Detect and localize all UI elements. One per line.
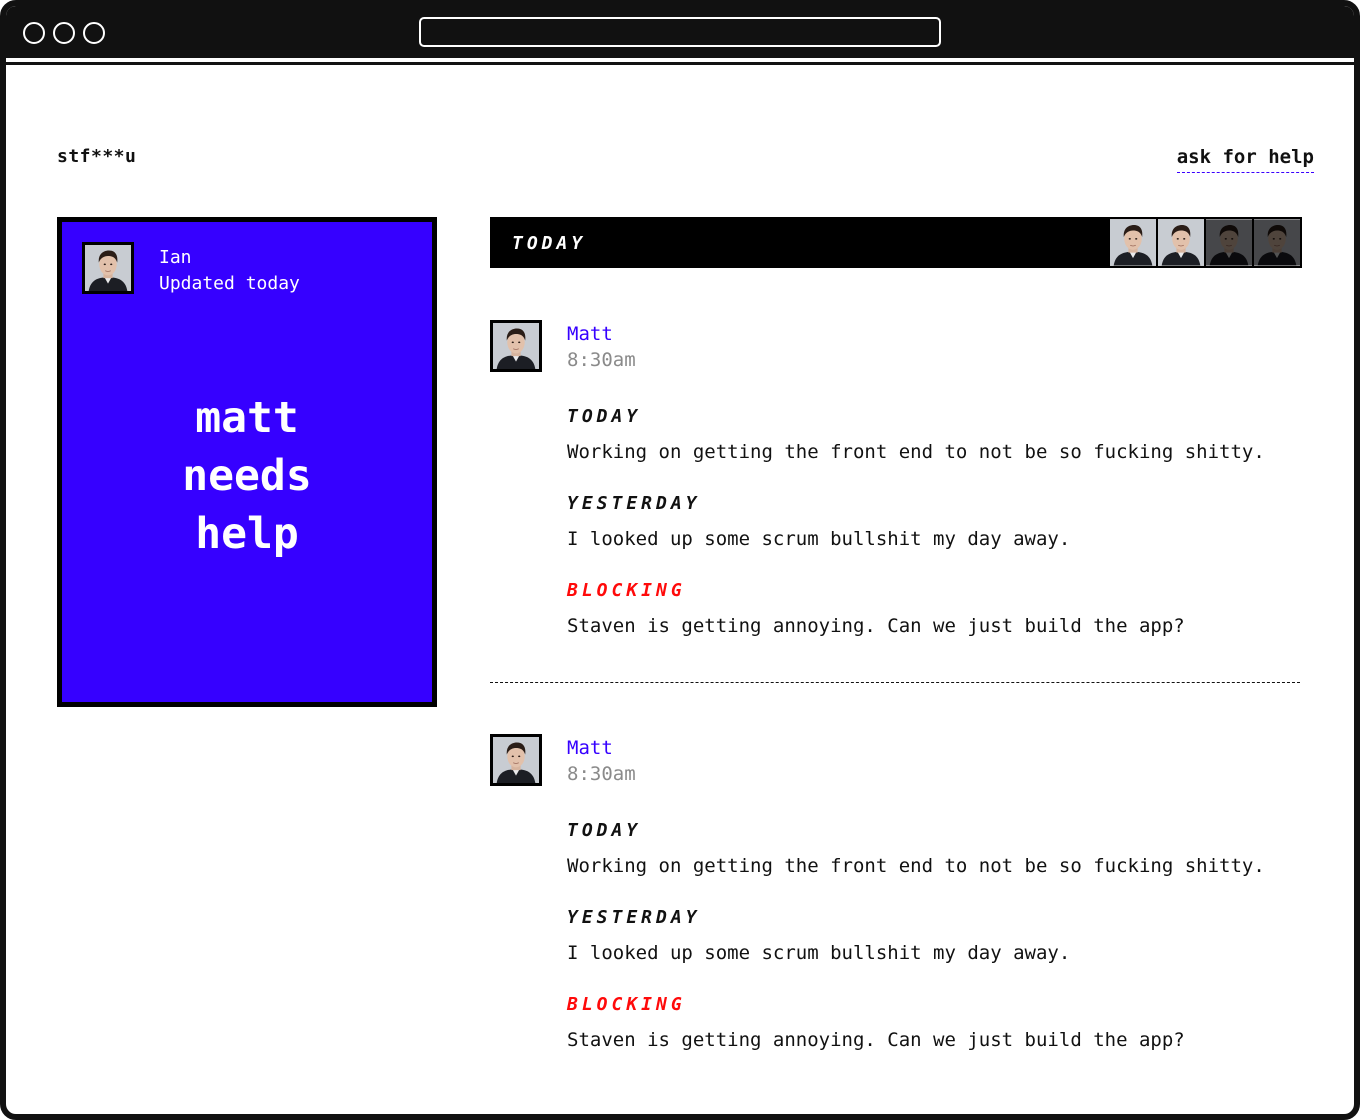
card-meta: Ian Updated today — [159, 245, 300, 297]
card-user-name: Ian — [159, 247, 192, 268]
yesterday-label: YESTERDAY — [567, 907, 701, 928]
update-divider — [490, 682, 1300, 683]
avatar-icon — [490, 734, 542, 786]
day-header-bar: TODAY — [490, 217, 1302, 268]
app-logo[interactable]: stf***u — [57, 146, 136, 167]
member-avatar-icon[interactable] — [1252, 219, 1300, 266]
yesterday-label: YESTERDAY — [567, 493, 701, 514]
yesterday-text: I looked up some scrum bullshit my day a… — [567, 942, 1071, 964]
day-label: TODAY — [512, 233, 587, 254]
blocking-text: Staven is getting annoying. Can we just … — [567, 1029, 1185, 1051]
today-text: Working on getting the front end to not … — [567, 441, 1265, 463]
window-close-icon[interactable] — [23, 22, 45, 44]
update-time: 8:30am — [567, 763, 636, 785]
window-maximize-icon[interactable] — [83, 22, 105, 44]
blocking-text: Staven is getting annoying. Can we just … — [567, 615, 1185, 637]
title-bar — [6, 6, 1354, 65]
address-bar[interactable] — [419, 17, 941, 47]
avatar-icon — [490, 320, 542, 372]
card-help-message: matt needs help — [62, 389, 432, 563]
card-message-line: needs — [182, 451, 312, 501]
card-updated-text: Updated today — [159, 273, 300, 294]
avatar-icon — [82, 242, 134, 294]
team-member-strip — [1108, 219, 1300, 266]
member-avatar-icon[interactable] — [1108, 219, 1156, 266]
ask-for-help-link[interactable]: ask for help — [1176, 146, 1314, 173]
today-label: TODAY — [567, 820, 642, 841]
blocking-label: BLOCKING — [567, 994, 686, 1015]
update-author[interactable]: Matt — [567, 737, 613, 759]
update-author[interactable]: Matt — [567, 323, 613, 345]
yesterday-text: I looked up some scrum bullshit my day a… — [567, 528, 1071, 550]
member-avatar-icon[interactable] — [1204, 219, 1252, 266]
member-avatar-icon[interactable] — [1156, 219, 1204, 266]
blocking-label: BLOCKING — [567, 580, 686, 601]
card-message-line: help — [195, 509, 299, 559]
window-minimize-icon[interactable] — [53, 22, 75, 44]
card-message-line: matt — [195, 393, 299, 443]
status-card: Ian Updated today matt needs help — [57, 217, 437, 707]
update-time: 8:30am — [567, 349, 636, 371]
today-text: Working on getting the front end to not … — [567, 855, 1265, 877]
today-label: TODAY — [567, 406, 642, 427]
